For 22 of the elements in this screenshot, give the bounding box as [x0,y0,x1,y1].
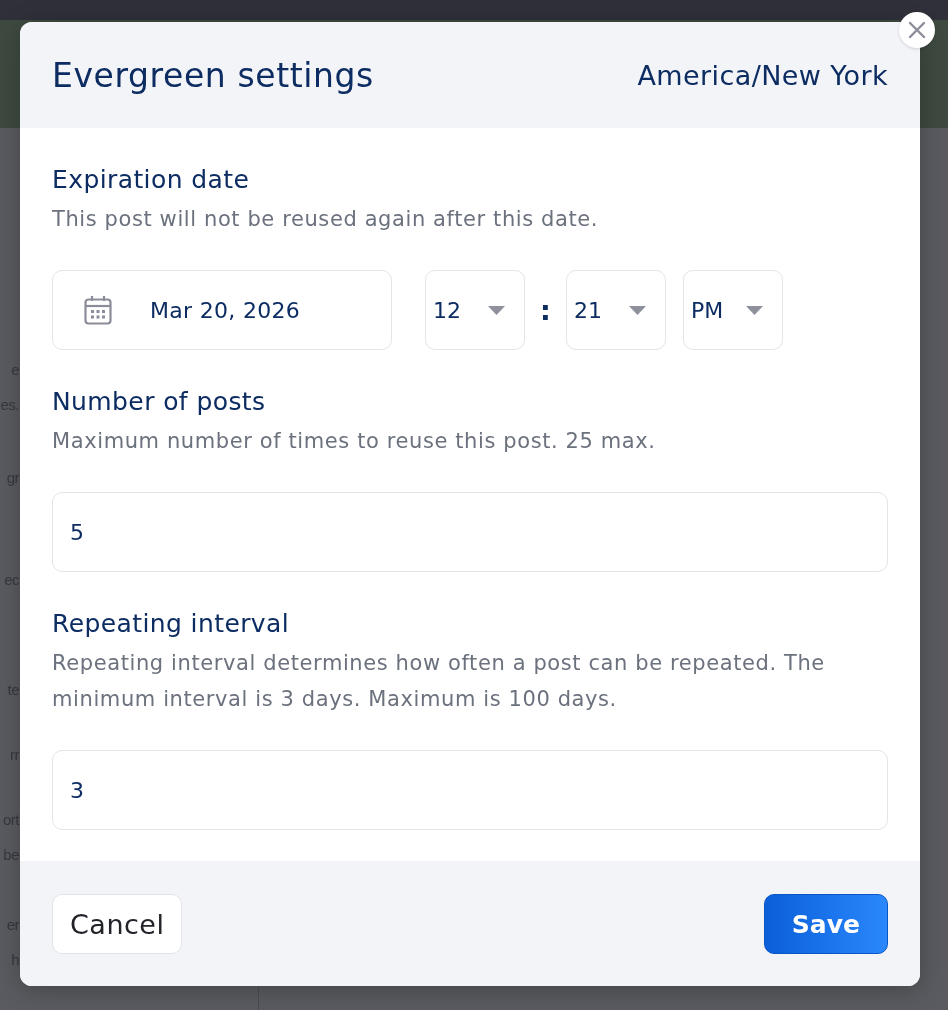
number-input[interactable]: 5 [52,492,888,572]
section-description: Repeating interval determines how often a post can be repeated. The minimum interval is 3 days. Maximum is 100 days. [52,650,826,713]
save-button[interactable]: Save [763,894,888,954]
timezone-label: America/New York [637,59,888,91]
calendar-icon [84,295,112,325]
caret-icon [488,305,505,315]
section-heading: Number of posts [52,386,267,418]
number-input[interactable]: 3 [52,750,888,830]
section-heading: Repeating interval [52,608,291,640]
section-description: Maximum number of times to reuse this post. 25 max. [52,428,657,455]
hour-dropdown[interactable]: 12 [425,270,525,350]
section-description: This post will not be reused again after this date. [52,206,600,233]
time-separator: : [539,294,552,326]
dialog-title: Evergreen settings [52,55,374,95]
caret-icon [629,305,646,315]
am-pm-dropdown[interactable]: PM [683,270,783,350]
caret-icon [746,305,763,315]
cancel-button[interactable]: Cancel [52,894,183,954]
close-icon [908,21,926,39]
date-picker-field[interactable]: Mar 20, 2026 [52,270,392,350]
section-heading: Expiration date [52,164,251,196]
minute-dropdown[interactable]: 21 [566,270,666,350]
